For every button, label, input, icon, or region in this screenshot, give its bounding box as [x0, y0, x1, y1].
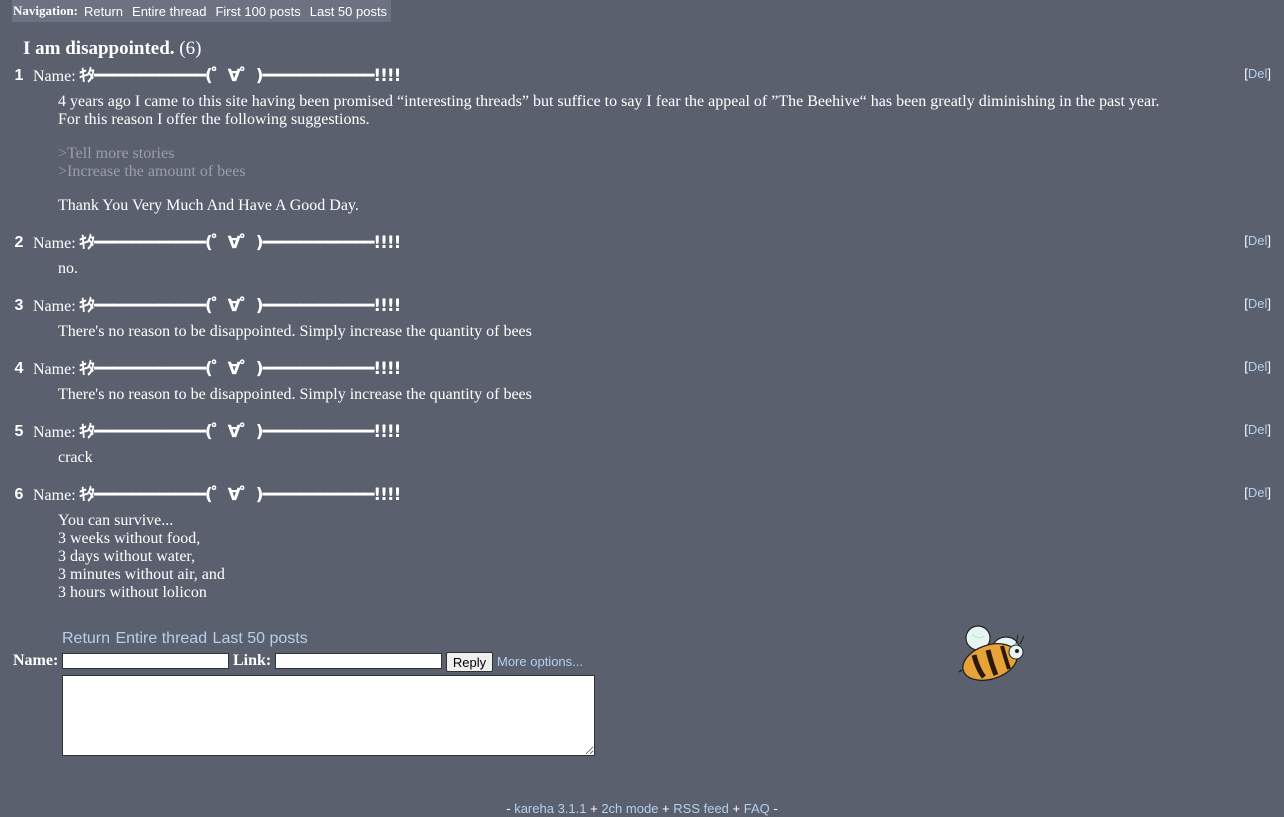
form-nav-links: Return Entire thread Last 50 posts [62, 630, 309, 648]
comment-textarea[interactable] [62, 675, 595, 756]
poster-name: ｷﾀ━━━━━━━━━━━━(゜∀゜)━━━━━━━━━━━━!!!! [79, 296, 401, 316]
post-line: crack [58, 449, 93, 466]
post-number[interactable]: 5 [14, 423, 24, 441]
post-number[interactable]: 3 [14, 297, 24, 315]
footer-separator: + [732, 801, 741, 816]
thread-post-count: (6) [179, 38, 202, 59]
post-header: 6 Name: ｷﾀ━━━━━━━━━━━━(゜∀゜)━━━━━━━━━━━━!… [0, 482, 1284, 505]
delete-link[interactable]: Del [1248, 233, 1268, 248]
poster-name: ｷﾀ━━━━━━━━━━━━(゜∀゜)━━━━━━━━━━━━!!!! [79, 66, 401, 86]
nav-return-link[interactable]: Return [84, 4, 123, 19]
post-line: 3 hours without lolicon [58, 584, 207, 601]
link-field[interactable] [275, 653, 442, 669]
post-line: You can survive... [58, 512, 174, 529]
post-body: You can survive... 3 weeks without food,… [58, 512, 225, 602]
navigation-label: Navigation: [13, 3, 78, 18]
delete-link[interactable]: Del [1248, 296, 1268, 311]
delete-link[interactable]: Del [1248, 422, 1268, 437]
reply-form: Return Entire thread Last 50 posts Name:… [0, 628, 1284, 768]
delete-control: [Del] [1244, 422, 1271, 437]
name-label: Name: [33, 68, 76, 85]
footer-separator: - [773, 801, 778, 816]
delete-control: [Del] [1244, 66, 1271, 81]
post-line: 4 years ago I came to this site having b… [58, 93, 1160, 110]
delete-control: [Del] [1244, 485, 1271, 500]
post-number[interactable]: 4 [14, 360, 24, 378]
post-body: There's no reason to be disappointed. Si… [58, 386, 532, 404]
delete-link[interactable]: Del [1248, 485, 1268, 500]
footer-separator: - [506, 801, 511, 816]
post-header: 3 Name: ｷﾀ━━━━━━━━━━━━(゜∀゜)━━━━━━━━━━━━!… [0, 293, 1284, 316]
more-options-link[interactable]: More options... [497, 654, 583, 669]
navigation-bar: Navigation: Return Entire thread First 1… [12, 0, 392, 22]
post-line: 3 minutes without air, and [58, 566, 225, 583]
footer-separator: + [662, 801, 670, 816]
name-field-label: Name: [13, 652, 59, 669]
delete-control: [Del] [1244, 233, 1271, 248]
post-header: 5 Name: ｷﾀ━━━━━━━━━━━━(゜∀゜)━━━━━━━━━━━━!… [0, 419, 1284, 442]
post-number[interactable]: 2 [14, 234, 24, 252]
post-line: 3 weeks without food, [58, 530, 201, 547]
name-label: Name: [33, 487, 76, 504]
poster-name: ｷﾀ━━━━━━━━━━━━(゜∀゜)━━━━━━━━━━━━!!!! [79, 359, 401, 379]
post-body: There's no reason to be disappointed. Si… [58, 323, 532, 341]
footer: - kareha 3.1.1 + 2ch mode + RSS feed + F… [0, 801, 1284, 816]
post-body: crack [58, 449, 93, 467]
kareha-version-link[interactable]: kareha 3.1.1 [514, 801, 586, 816]
faq-link[interactable]: FAQ [744, 801, 770, 816]
nav-last-50-link[interactable]: Last 50 posts [310, 4, 387, 19]
nav-first-100-link[interactable]: First 100 posts [215, 4, 300, 19]
post-body: no. [58, 260, 78, 278]
quote-line: >Tell more stories [58, 145, 175, 162]
post-line: 3 days without water, [58, 548, 196, 565]
bee-icon [958, 625, 1025, 681]
form-last-50-link[interactable]: Last 50 posts [213, 630, 308, 647]
delete-control: [Del] [1244, 359, 1271, 374]
poster-name: ｷﾀ━━━━━━━━━━━━(゜∀゜)━━━━━━━━━━━━!!!! [79, 233, 401, 253]
name-label: Name: [33, 235, 76, 252]
nav-entire-thread-link[interactable]: Entire thread [132, 4, 206, 19]
delete-link[interactable]: Del [1248, 359, 1268, 374]
name-label: Name: [33, 361, 76, 378]
post-line: Thank You Very Much And Have A Good Day. [58, 197, 359, 214]
post-number[interactable]: 6 [14, 486, 24, 504]
post-number[interactable]: 1 [14, 67, 24, 85]
name-label: Name: [33, 298, 76, 315]
poster-name: ｷﾀ━━━━━━━━━━━━(゜∀゜)━━━━━━━━━━━━!!!! [79, 422, 401, 442]
name-field[interactable] [62, 653, 229, 669]
post-line: no. [58, 260, 78, 277]
post-line: There's no reason to be disappointed. Si… [58, 386, 532, 403]
name-label: Name: [33, 424, 76, 441]
form-return-link[interactable]: Return [62, 630, 110, 647]
reply-button[interactable]: Reply [446, 652, 493, 672]
post-header: 1 Name: ｷﾀ━━━━━━━━━━━━(゜∀゜)━━━━━━━━━━━━!… [0, 63, 1284, 86]
post-header: 4 Name: ｷﾀ━━━━━━━━━━━━(゜∀゜)━━━━━━━━━━━━!… [0, 356, 1284, 379]
footer-separator: + [590, 801, 598, 816]
quote-line: >Increase the amount of bees [58, 163, 246, 180]
2ch-mode-link[interactable]: 2ch mode [601, 801, 658, 816]
post-line: For this reason I offer the following su… [58, 111, 370, 128]
post-body: 4 years ago I came to this site having b… [58, 93, 1160, 215]
thread-title: I am disappointed. (6) [23, 38, 201, 60]
post-header: 2 Name: ｷﾀ━━━━━━━━━━━━(゜∀゜)━━━━━━━━━━━━!… [0, 230, 1284, 253]
delete-link[interactable]: Del [1248, 66, 1268, 81]
link-field-label: Link: [233, 652, 272, 669]
rss-feed-link[interactable]: RSS feed [673, 801, 729, 816]
post-line: There's no reason to be disappointed. Si… [58, 323, 532, 340]
poster-name: ｷﾀ━━━━━━━━━━━━(゜∀゜)━━━━━━━━━━━━!!!! [79, 485, 401, 505]
thread-title-text: I am disappointed. [23, 38, 175, 59]
delete-control: [Del] [1244, 296, 1271, 311]
form-entire-thread-link[interactable]: Entire thread [115, 630, 207, 647]
